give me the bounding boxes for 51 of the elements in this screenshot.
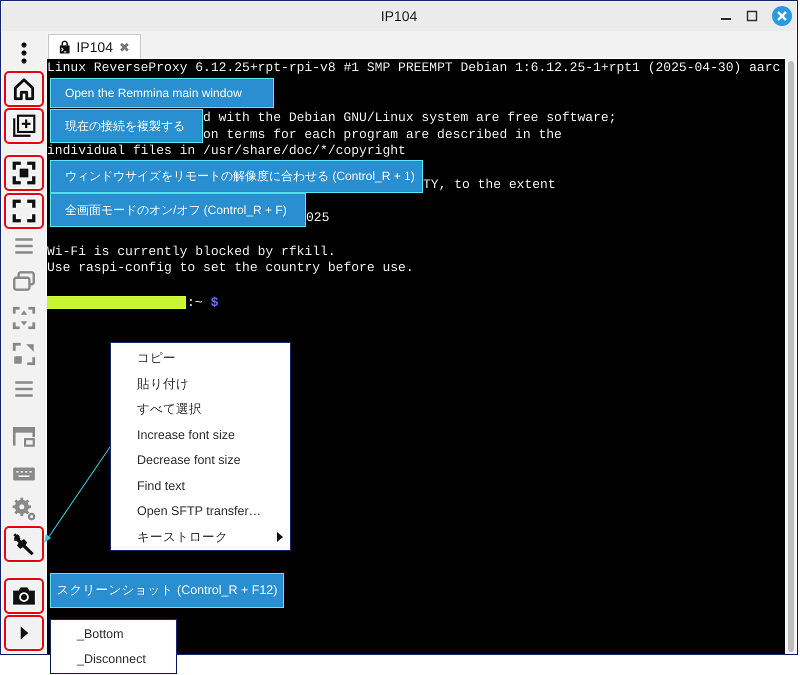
windows-icon (11, 268, 37, 294)
toolbar-button[interactable] (4, 615, 44, 651)
terminal-line: Wi-Fi is currently blocked by rfkill. (47, 244, 336, 260)
toolbar-button[interactable] (4, 526, 44, 562)
terminal-line: on terms for each program are described in the (203, 126, 562, 144)
gears-icon (11, 496, 37, 522)
tooltip: 現在の接続を複製する (50, 109, 203, 143)
maximize-icon[interactable] (745, 9, 759, 23)
window-icon (11, 424, 37, 450)
terminal-line: individual files in /usr/share/doc/*/copyright (47, 143, 406, 160)
scrollbar[interactable] (788, 61, 794, 652)
menu-item[interactable]: キーストローク (111, 524, 290, 550)
tab-close-button[interactable]: ✖ (119, 40, 130, 54)
window-title: IP104 (380, 6, 418, 26)
tooltip: Open the Remmina main window (50, 78, 274, 108)
toolbar-button[interactable] (4, 71, 44, 107)
prompt-symbol: $ (210, 294, 218, 312)
menu-item[interactable]: Find text (111, 474, 290, 499)
toolbar-button[interactable] (4, 193, 44, 229)
toolbar-button[interactable] (4, 108, 44, 144)
menu-item[interactable]: Open SFTP transfer… (111, 499, 290, 524)
fit-screen-icon (11, 160, 37, 186)
tooltip: 全画面モードのオン/オフ (Control_R + F) (50, 193, 306, 227)
fullscreen-icon (11, 198, 37, 224)
menu-item[interactable]: Increase font size (111, 422, 290, 448)
menu-item[interactable]: _Disconnect (51, 646, 176, 672)
tooltip: スクリーンショット (Control_R + F12) (50, 573, 284, 608)
scaler-icon (11, 305, 37, 331)
menu-item[interactable]: すべて選択 (111, 397, 290, 422)
terminal-line: d with the Debian GNU/Linux system are free software; (203, 110, 616, 127)
close-icon[interactable] (771, 5, 793, 27)
menu-item[interactable]: _Bottom (51, 622, 176, 646)
prompt-path: :~ (186, 294, 203, 312)
menu-item[interactable]: コピー (111, 346, 290, 372)
terminal-line: Use raspi-config to set the country before use. (47, 260, 414, 277)
terminal-line: 025 (306, 210, 330, 227)
terminal-line: TY, to the extent (423, 176, 556, 194)
tooltip: ウィンドウサイズをリモートの解像度に合わせる (Control_R + 1) (50, 160, 423, 193)
toolbar-button[interactable] (4, 578, 44, 614)
menu-item[interactable]: 貼り付け (111, 372, 290, 397)
triangle-icon (20, 626, 28, 640)
terminal-line: Linux ReverseProxy 6.12.25+rpt-rpi-v8 #1 SMP PREEMPT Debian 1:6.12.25-1+rpt1 (2025-04-30) aarc (47, 60, 780, 77)
lock-icon (59, 39, 70, 55)
menu-item[interactable]: Decrease font size (111, 448, 290, 474)
more-icon (20, 41, 28, 65)
expand-icon (11, 341, 37, 367)
tab[interactable]: IP104 ✖ (48, 34, 141, 59)
home-icon (11, 76, 37, 102)
duplicate-icon (11, 113, 37, 139)
toolbar-button[interactable] (4, 155, 44, 191)
tab-label: IP104 (76, 38, 113, 56)
